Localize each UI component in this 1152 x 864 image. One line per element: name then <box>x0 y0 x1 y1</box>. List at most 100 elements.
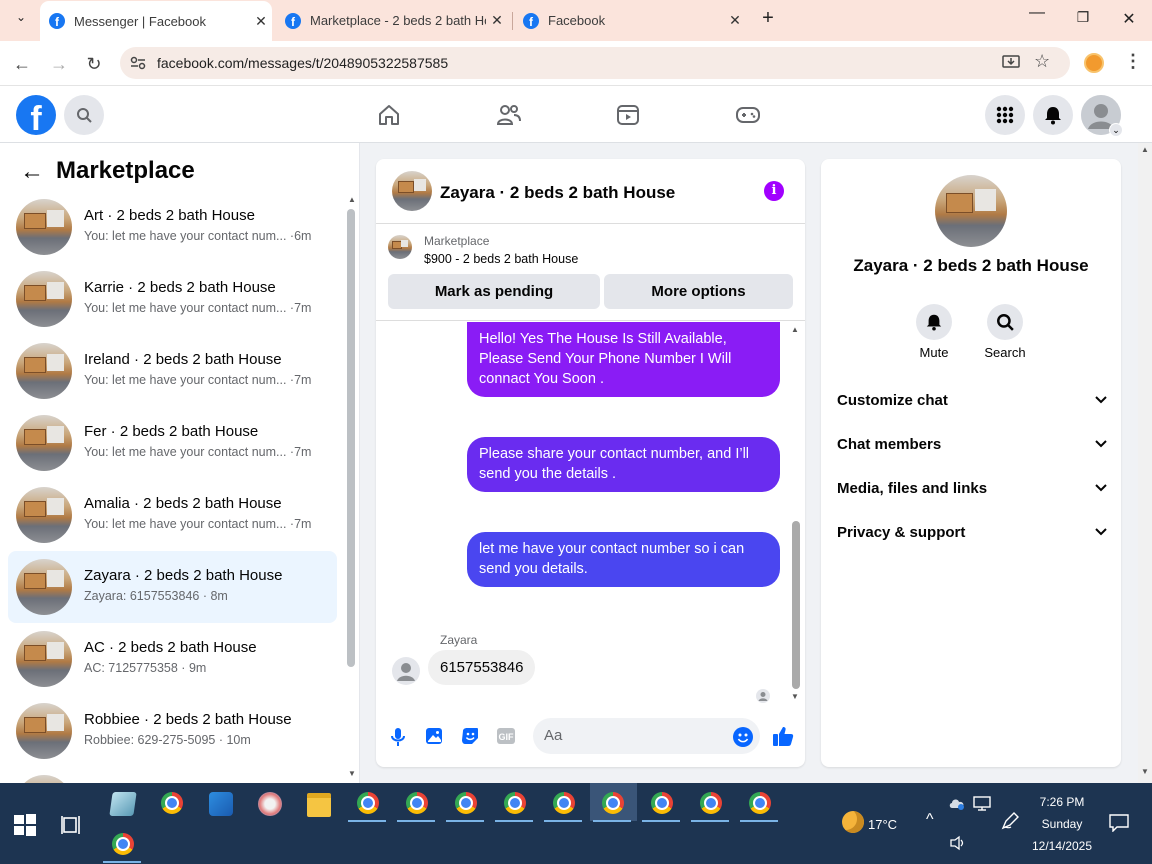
message-input[interactable]: Aa <box>533 718 760 754</box>
profile-avatar[interactable] <box>935 175 1007 247</box>
paint-app-icon[interactable] <box>258 792 282 816</box>
reload-button[interactable]: ↻ <box>83 53 105 75</box>
tab-search-icon[interactable]: ⌄ <box>6 10 36 24</box>
menu-button[interactable] <box>985 95 1025 135</box>
site-info-icon[interactable] <box>130 56 146 70</box>
install-app-icon[interactable] <box>1002 55 1020 71</box>
profile-avatar-icon[interactable] <box>1084 53 1104 73</box>
network-icon[interactable] <box>973 796 991 811</box>
gaming-nav-button[interactable] <box>734 102 762 128</box>
weather-temperature[interactable]: 17°C <box>868 817 897 832</box>
sent-message-bubble[interactable]: Please share your contact number, and I’… <box>467 437 780 492</box>
chrome-window-icon[interactable] <box>406 792 430 816</box>
page-scrollbar[interactable]: ▲ ▼ <box>1138 143 1152 783</box>
chrome-window-icon[interactable] <box>357 792 381 816</box>
media-files-links-section[interactable]: Media, files and links <box>837 480 1107 504</box>
received-message-bubble[interactable]: 6157553846 <box>428 650 536 685</box>
conversation-item[interactable] <box>8 767 337 783</box>
weather-icon[interactable] <box>842 811 864 833</box>
video-nav-button[interactable] <box>614 102 642 128</box>
back-arrow-icon[interactable]: ← <box>20 158 44 186</box>
chevron-up-icon[interactable]: ^ <box>926 811 934 829</box>
scroll-up-arrow-icon[interactable]: ▲ <box>1141 145 1149 154</box>
chrome-window-icon[interactable] <box>504 792 528 816</box>
facebook-logo[interactable]: f <box>16 95 56 135</box>
scroll-up-arrow-icon[interactable]: ▲ <box>791 325 799 334</box>
mute-button[interactable]: Mute <box>904 304 964 360</box>
conversation-item[interactable]: Karrie · 2 beds 2 bath House You: let me… <box>8 263 337 335</box>
onedrive-icon[interactable] <box>948 795 966 811</box>
close-tab-icon[interactable]: ✕ <box>486 12 508 29</box>
conversation-item-active[interactable]: Zayara · 2 beds 2 bath House Zayara: 615… <box>8 551 337 623</box>
tab-marketplace[interactable]: f Marketplace - 2 beds 2 bath Ho ✕ <box>276 0 508 41</box>
scroll-down-arrow-icon[interactable]: ▼ <box>1141 767 1149 776</box>
scroll-up-arrow-icon[interactable]: ▲ <box>348 195 356 204</box>
chrome-window-icon[interactable] <box>700 792 724 816</box>
close-tab-icon[interactable]: ✕ <box>724 12 746 29</box>
microphone-icon[interactable] <box>390 727 406 747</box>
close-tab-icon[interactable]: ✕ <box>250 13 272 30</box>
speaker-icon[interactable] <box>949 835 967 851</box>
clock-date[interactable]: 12/14/2025 <box>1030 839 1094 853</box>
privacy-support-section[interactable]: Privacy & support <box>837 524 1107 548</box>
emoji-icon[interactable] <box>733 727 753 747</box>
chat-scrollbar[interactable] <box>792 521 800 689</box>
search-button[interactable] <box>64 95 104 135</box>
chat-title[interactable]: Zayara · 2 beds 2 bath House <box>440 183 675 203</box>
thumbs-up-icon[interactable] <box>772 725 794 747</box>
browser-menu-icon[interactable]: ⋮ <box>1124 51 1142 72</box>
gif-icon[interactable]: GIF <box>497 728 515 744</box>
file-explorer-icon[interactable] <box>307 793 331 817</box>
home-nav-button[interactable] <box>375 102 403 128</box>
chrome-window-icon[interactable] <box>553 792 577 816</box>
conversation-item[interactable]: AC · 2 beds 2 bath House AC: 7125775358 … <box>8 623 337 695</box>
chrome-window-icon[interactable] <box>112 833 136 857</box>
pen-icon[interactable] <box>1000 811 1020 831</box>
friends-nav-button[interactable] <box>495 102 523 128</box>
chrome-window-icon[interactable] <box>455 792 479 816</box>
chat-avatar[interactable] <box>392 171 432 211</box>
scroll-down-arrow-icon[interactable]: ▼ <box>348 769 356 778</box>
chrome-window-icon[interactable] <box>749 792 773 816</box>
new-tab-button[interactable]: + <box>753 7 783 30</box>
more-options-button[interactable]: More options <box>604 274 793 309</box>
windows-start-icon[interactable] <box>13 813 37 837</box>
sent-message-bubble[interactable]: Hello! Yes The House Is Still Available,… <box>467 322 780 397</box>
photo-icon[interactable] <box>425 727 443 745</box>
conversation-item[interactable]: Ireland · 2 beds 2 bath House You: let m… <box>8 335 337 407</box>
bookmark-star-icon[interactable]: ☆ <box>1034 51 1050 72</box>
sticker-icon[interactable] <box>461 727 479 745</box>
customize-chat-section[interactable]: Customize chat <box>837 392 1107 416</box>
notification-center-icon[interactable] <box>1109 814 1129 832</box>
maximize-button[interactable]: ❐ <box>1068 9 1098 26</box>
chrome-window-icon-focused[interactable] <box>602 792 626 816</box>
mark-as-pending-button[interactable]: Mark as pending <box>388 274 600 309</box>
search-in-chat-button[interactable]: Search <box>975 304 1035 360</box>
photos-app-icon[interactable] <box>209 792 233 816</box>
chrome-window-icon[interactable] <box>651 792 675 816</box>
minimize-button[interactable]: — <box>1022 4 1052 22</box>
chrome-app-icon[interactable] <box>161 792 185 816</box>
tab-messenger[interactable]: f Messenger | Facebook ✕ <box>40 1 272 41</box>
notifications-button[interactable] <box>1033 95 1073 135</box>
account-button[interactable]: ⌄ <box>1081 95 1123 137</box>
conversation-item[interactable]: Robbiee · 2 beds 2 bath House Robbiee: 6… <box>8 695 337 767</box>
chat-members-section[interactable]: Chat members <box>837 436 1107 460</box>
listing-price-title[interactable]: $900 - 2 beds 2 bath House <box>424 252 578 266</box>
conversation-list-scrollbar[interactable] <box>347 209 355 667</box>
notepad-app-icon[interactable] <box>109 792 137 816</box>
scroll-down-arrow-icon[interactable]: ▼ <box>791 692 799 701</box>
omnibox[interactable]: facebook.com/messages/t/2048905322587585… <box>120 47 1070 79</box>
listing-thumbnail[interactable] <box>388 235 412 259</box>
clock-day[interactable]: Sunday <box>1030 817 1094 831</box>
task-view-icon[interactable] <box>60 813 84 837</box>
close-window-button[interactable]: ✕ <box>1114 9 1144 29</box>
tab-facebook[interactable]: f Facebook ✕ <box>514 0 746 41</box>
info-icon[interactable]: i <box>764 181 784 201</box>
back-button[interactable]: ← <box>11 53 33 75</box>
conversation-item[interactable]: Art · 2 beds 2 bath House You: let me ha… <box>8 191 337 263</box>
clock-time[interactable]: 7:26 PM <box>1030 795 1094 809</box>
sent-message-bubble[interactable]: let me have your contact number so i can… <box>467 532 780 587</box>
conversation-item[interactable]: Fer · 2 beds 2 bath House You: let me ha… <box>8 407 337 479</box>
conversation-item[interactable]: Amalia · 2 beds 2 bath House You: let me… <box>8 479 337 551</box>
